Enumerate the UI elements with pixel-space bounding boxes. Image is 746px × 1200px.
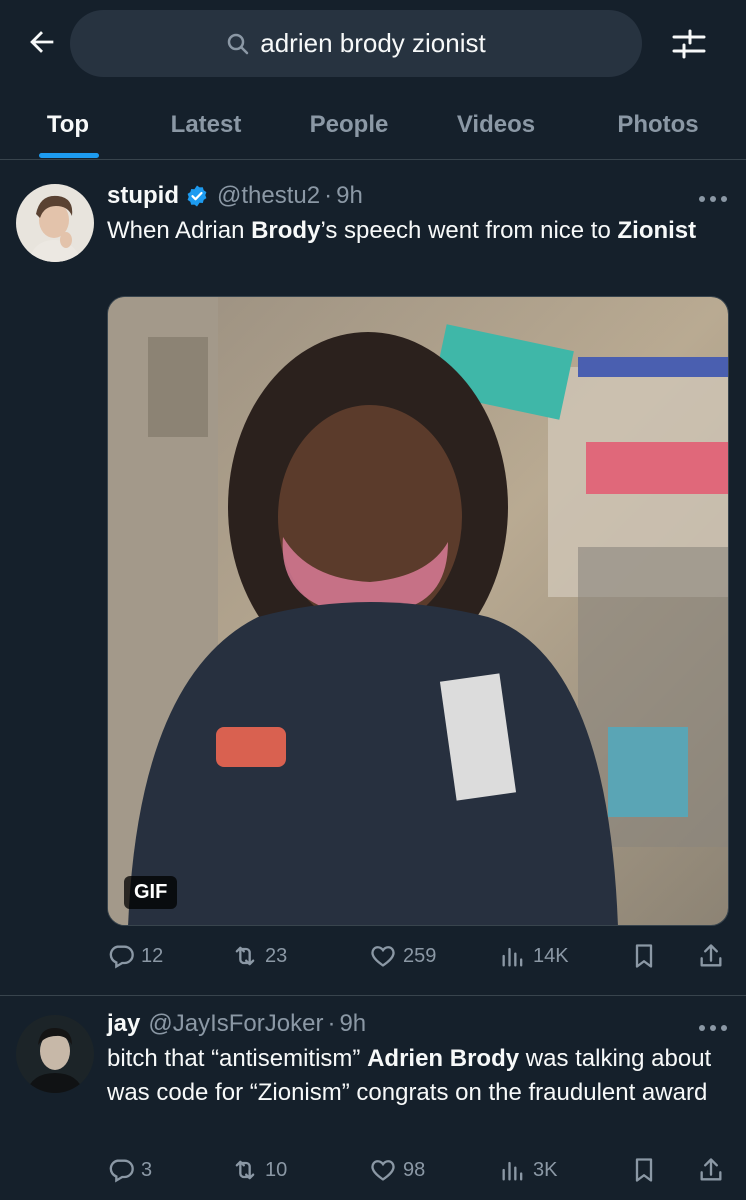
repost-count: 23 <box>265 944 288 967</box>
view-count: 14K <box>533 944 569 967</box>
time-separator: · <box>327 1010 336 1037</box>
timestamp[interactable]: 9h <box>336 182 363 210</box>
tweet-actions: 12 23 259 14K <box>107 936 727 976</box>
tweet-text: bitch that “antisemitism” Adrien Brody w… <box>107 1042 722 1110</box>
display-name[interactable]: stupid <box>107 182 179 210</box>
user-handle[interactable]: @thestu2 <box>217 182 320 210</box>
gif-badge: GIF <box>124 876 178 909</box>
reply-icon <box>109 945 134 969</box>
views-chart-icon <box>502 1161 523 1181</box>
more-dots-icon <box>699 1025 727 1031</box>
bookmark-icon <box>635 1158 653 1182</box>
tweet-text-highlight: Brody <box>251 217 321 244</box>
heart-icon <box>371 946 395 967</box>
repost-count: 10 <box>265 1158 288 1181</box>
repost-icon <box>235 946 255 966</box>
tweet-text-segment: ’s speech went from nice to <box>320 217 618 244</box>
views-button[interactable]: 14K <box>499 936 569 976</box>
like-count: 98 <box>403 1158 426 1181</box>
avatar[interactable] <box>16 1015 94 1093</box>
tweet[interactable]: jay @JayIsForJoker · 9h bitch that “anti… <box>0 996 746 1200</box>
display-name[interactable]: jay <box>107 1010 140 1038</box>
tweet-header: stupid @thestu2 · 9h <box>107 182 363 210</box>
tweet-actions: 3 10 98 3K <box>107 1150 727 1190</box>
tweet-text-segment: bitch that “antisemitism” <box>107 1045 368 1072</box>
timestamp[interactable]: 9h <box>339 1010 366 1038</box>
tweet-text-segment: When Adrian <box>107 217 252 244</box>
bookmark-button[interactable] <box>630 936 664 976</box>
reply-button[interactable]: 12 <box>107 936 163 976</box>
gif-frame-image <box>108 297 728 925</box>
tweet-text-highlight: Zionist <box>617 217 697 244</box>
verified-badge-icon <box>187 185 207 207</box>
tweet-text: When Adrian Brody’s speech went from nic… <box>107 214 727 248</box>
more-button[interactable] <box>698 1020 728 1031</box>
like-button[interactable]: 98 <box>369 1150 425 1190</box>
avatar[interactable] <box>16 184 94 262</box>
more-button[interactable] <box>698 191 728 202</box>
heart-icon <box>371 1160 395 1181</box>
repost-button[interactable]: 10 <box>231 1150 287 1190</box>
tweet-media-gif[interactable]: GIF <box>107 296 729 926</box>
share-icon <box>700 944 722 967</box>
views-button[interactable]: 3K <box>499 1150 557 1190</box>
reply-count: 3 <box>141 1158 153 1181</box>
view-count: 3K <box>533 1158 558 1181</box>
user-avatar-image <box>16 1015 94 1093</box>
reply-button[interactable]: 3 <box>107 1150 152 1190</box>
like-count: 259 <box>403 944 437 967</box>
repost-button[interactable]: 23 <box>231 936 287 976</box>
time-separator: · <box>324 182 333 209</box>
reply-count: 12 <box>141 944 164 967</box>
reply-icon <box>109 1159 134 1183</box>
share-icon <box>700 1158 722 1181</box>
tweet-text-highlight: Adrien Brody <box>367 1045 520 1072</box>
like-button[interactable]: 259 <box>369 936 436 976</box>
tweet[interactable]: stupid @thestu2 · 9h When Adrian Brody’s… <box>0 0 746 995</box>
share-button[interactable] <box>697 1150 731 1190</box>
more-dots-icon <box>699 196 727 202</box>
user-avatar-image <box>16 184 94 262</box>
views-chart-icon <box>502 947 523 967</box>
bookmark-button[interactable] <box>630 1150 664 1190</box>
user-handle[interactable]: @JayIsForJoker <box>148 1010 323 1038</box>
tweet-header: jay @JayIsForJoker · 9h <box>107 1010 366 1038</box>
share-button[interactable] <box>697 936 731 976</box>
repost-icon <box>235 1160 255 1180</box>
bookmark-icon <box>635 944 653 968</box>
